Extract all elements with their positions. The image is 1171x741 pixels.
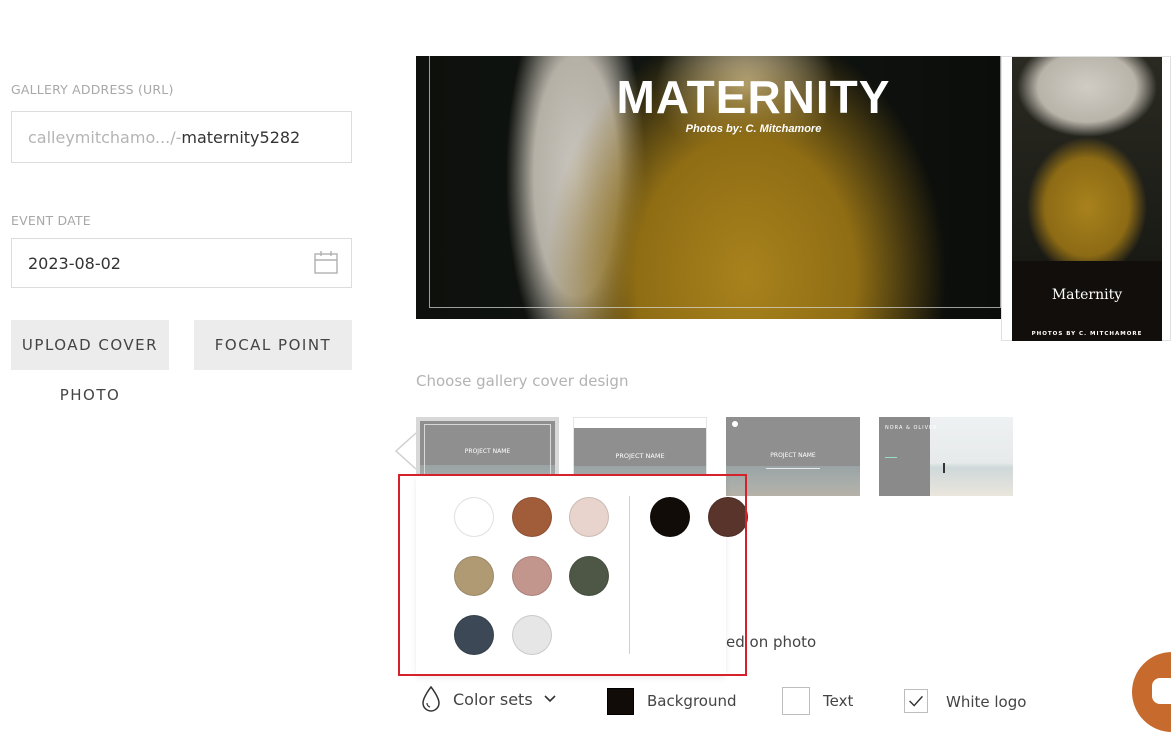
design-thumb-4[interactable]: NORA & OLIVER: [879, 417, 1013, 496]
thumb-title: PROJECT NAME: [464, 448, 511, 455]
choose-design-label: Choose gallery cover design: [416, 372, 629, 390]
check-icon: [909, 695, 923, 707]
mobile-cover-title: Maternity: [1051, 287, 1123, 303]
chevron-down-icon[interactable]: [543, 692, 557, 706]
thumb-accent: [885, 457, 897, 458]
color-swatch-1[interactable]: [454, 497, 494, 537]
chat-widget-button[interactable]: [1132, 652, 1171, 732]
cover-preview-mobile: Maternity PHOTOS BY C. MITCHAMORE: [1001, 56, 1171, 341]
cover-title: MATERNITY: [616, 71, 891, 123]
thumb-line: [766, 468, 820, 469]
event-date-input[interactable]: 2023-08-02: [11, 238, 352, 288]
white-logo-label: White logo: [946, 693, 1027, 711]
event-date-label: EVENT DATE: [11, 213, 91, 228]
text-color-swatch[interactable]: [782, 687, 810, 715]
thumb-sea: [726, 465, 860, 496]
cover-preview-desktop: MATERNITY Photos by: C. Mitchamore: [416, 56, 1001, 319]
design-thumb-3[interactable]: PROJECT NAME: [726, 417, 860, 496]
thumb-figure: [943, 463, 945, 473]
color-sets-popup: [416, 476, 748, 676]
thumb-dot: [732, 421, 738, 427]
color-swatch-3[interactable]: [569, 497, 609, 537]
thumb-title: PROJECT NAME: [770, 452, 816, 459]
color-swatch-8[interactable]: [512, 615, 552, 655]
text-label: Text: [823, 692, 854, 710]
chevron-left-icon[interactable]: [394, 432, 418, 470]
thumb-title: PROJECT NAME: [615, 452, 665, 460]
color-swatch-2[interactable]: [512, 497, 552, 537]
focal-point-button[interactable]: FOCAL POINT: [194, 320, 352, 370]
upload-cover-button[interactable]: UPLOAD COVER: [11, 320, 169, 370]
calendar-icon[interactable]: [313, 250, 339, 276]
mobile-cover-photo: [1012, 57, 1162, 261]
white-logo-checkbox[interactable]: [904, 689, 928, 713]
upload-cover-label-continued[interactable]: PHOTO: [11, 386, 169, 404]
color-sets-dropdown[interactable]: Color sets: [453, 690, 533, 709]
gallery-url-label: GALLERY ADDRESS (URL): [11, 82, 174, 97]
color-swatch-4[interactable]: [454, 556, 494, 596]
background-label: Background: [647, 692, 737, 710]
popup-divider: [629, 496, 630, 654]
thumb-sky: [574, 428, 706, 471]
gallery-url-input[interactable]: calleymitchamo.../- maternity5282: [11, 111, 352, 163]
on-photo-label: ed on photo: [726, 633, 817, 651]
dark-swatch-1[interactable]: [650, 497, 690, 537]
color-swatch-5[interactable]: [512, 556, 552, 596]
focal-point-label: FOCAL POINT: [214, 336, 332, 354]
color-swatch-7[interactable]: [454, 615, 494, 655]
mobile-cover-subtitle: PHOTOS BY C. MITCHAMORE: [1031, 331, 1143, 337]
droplet-icon[interactable]: [421, 686, 441, 712]
url-prefix: calleymitchamo.../-: [28, 127, 182, 147]
thumb-photo: [930, 417, 1013, 496]
url-slug[interactable]: maternity5282: [181, 128, 300, 147]
cover-subtitle: Photos by: C. Mitchamore: [685, 123, 822, 135]
dark-swatch-2[interactable]: [708, 497, 748, 537]
background-color-swatch[interactable]: [607, 688, 634, 715]
chat-icon: [1152, 678, 1171, 704]
color-swatch-6[interactable]: [569, 556, 609, 596]
event-date-value: 2023-08-02: [28, 253, 121, 273]
upload-cover-label: UPLOAD COVER: [21, 336, 159, 354]
thumb-title: NORA & OLIVER: [885, 425, 938, 431]
